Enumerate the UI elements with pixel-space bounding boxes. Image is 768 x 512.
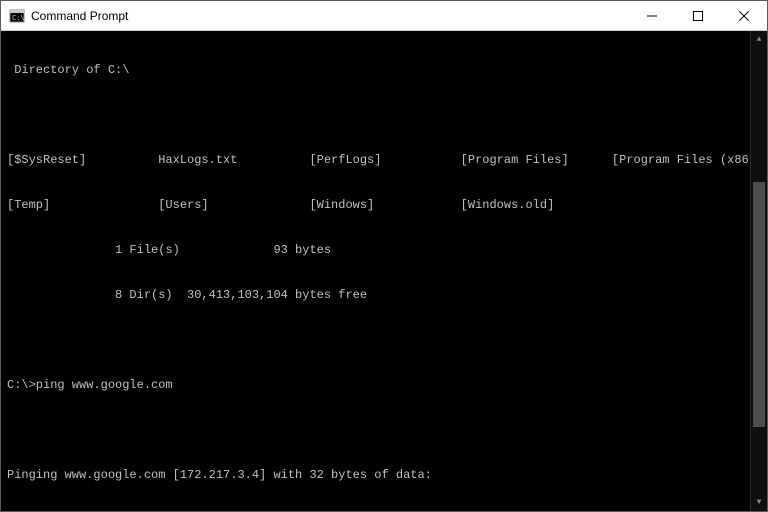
output-line <box>7 333 767 348</box>
terminal-output[interactable]: Directory of C:\ [$SysReset] HaxLogs.txt… <box>1 31 767 511</box>
output-line <box>7 423 767 438</box>
output-line <box>7 108 767 123</box>
command-prompt-window: C:\ Command Prompt Directory of C:\ [$Sy… <box>0 0 768 512</box>
titlebar[interactable]: C:\ Command Prompt <box>1 1 767 31</box>
output-line: 1 File(s) 93 bytes <box>7 243 767 258</box>
vertical-scrollbar[interactable]: ▲ ▼ <box>750 31 767 511</box>
scroll-down-icon[interactable]: ▼ <box>751 494 767 511</box>
scroll-up-icon[interactable]: ▲ <box>751 31 767 48</box>
output-line: Directory of C:\ <box>7 63 767 78</box>
maximize-button[interactable] <box>675 1 721 30</box>
svg-text:C:\: C:\ <box>12 14 25 22</box>
scroll-track[interactable] <box>751 48 767 494</box>
output-line: Pinging www.google.com [172.217.3.4] wit… <box>7 468 767 483</box>
minimize-button[interactable] <box>629 1 675 30</box>
prompt-line: C:\>ping www.google.com <box>7 378 767 393</box>
scroll-thumb[interactable] <box>753 182 765 427</box>
window-controls <box>629 1 767 30</box>
output-line: 8 Dir(s) 30,413,103,104 bytes free <box>7 288 767 303</box>
output-line: [$SysReset] HaxLogs.txt [PerfLogs] [Prog… <box>7 153 767 168</box>
window-title: Command Prompt <box>31 9 629 23</box>
close-button[interactable] <box>721 1 767 30</box>
output-line: [Temp] [Users] [Windows] [Windows.old] <box>7 198 767 213</box>
app-icon: C:\ <box>9 8 25 24</box>
